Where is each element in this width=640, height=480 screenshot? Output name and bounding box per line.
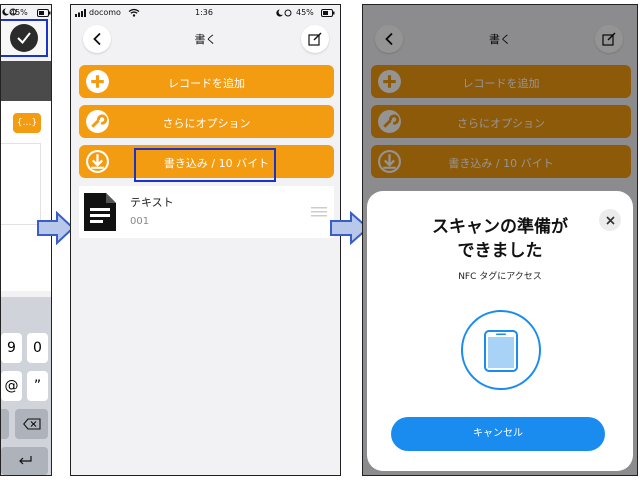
status-bar: docomo 1:36 45%	[71, 5, 340, 21]
record-index: 001	[130, 216, 150, 227]
sheet-title-line2: できました	[457, 241, 543, 261]
close-button[interactable]	[599, 209, 621, 231]
add-record-label: レコードを追加	[168, 77, 245, 90]
keyboard: 9 0 @ ”	[1, 297, 51, 475]
phone-panel-write: docomo 1:36 45% 書く レコードを追加 さらにオプション 書き込み…	[70, 4, 341, 476]
document-icon	[84, 193, 116, 231]
key-backspace[interactable]	[15, 409, 48, 439]
text-input[interactable]	[1, 143, 41, 225]
sheet-title-line1: スキャンの準備が	[432, 217, 568, 237]
battery-icon	[321, 9, 336, 19]
wifi-icon	[128, 8, 140, 19]
page-title: 書く	[194, 33, 217, 46]
highlight-write	[134, 148, 276, 182]
compose-icon	[308, 32, 322, 46]
phone-scan-icon	[461, 310, 541, 390]
more-options-button[interactable]: さらにオプション	[79, 105, 334, 138]
battery-icon	[37, 9, 51, 19]
clock-time: 1:36	[195, 8, 213, 17]
sheet-title: スキャンの準備が できました	[367, 215, 633, 263]
highlight-confirm	[1, 19, 48, 57]
key-at[interactable]: @	[1, 371, 22, 401]
format-button[interactable]: {…}	[13, 113, 41, 133]
sheet-subtitle: NFC タグにアクセス	[458, 272, 542, 282]
key-0[interactable]: 0	[27, 333, 48, 363]
key-return[interactable]	[1, 447, 48, 475]
cancel-button[interactable]: キャンセル	[391, 417, 605, 451]
nav-bar: 書く	[71, 21, 340, 57]
phone-panel-scan: 書く レコードを追加 さらにオプション 書き込み / 10 バイト スキャンの準…	[362, 4, 638, 476]
dark-header-bar	[1, 61, 51, 101]
battery-percent: 45%	[10, 8, 28, 17]
close-icon	[605, 215, 615, 225]
edit-button[interactable]	[301, 25, 329, 53]
more-options-label: さらにオプション	[162, 117, 251, 130]
record-row[interactable]: テキスト 001	[79, 186, 334, 238]
return-icon	[18, 456, 32, 465]
do-not-disturb-icon	[276, 9, 294, 19]
carrier-name: docomo	[89, 8, 121, 17]
signal-icon	[75, 9, 87, 19]
key-shift[interactable]	[1, 409, 9, 439]
key-9[interactable]: 9	[1, 333, 22, 363]
record-type: テキスト	[130, 196, 174, 209]
key-quote[interactable]: ”	[27, 371, 48, 401]
tutorial-stage: 45% {…} 9 0 @ ” docomo 1:36 45% 書く レコードを…	[0, 0, 640, 480]
drag-handle-icon[interactable]	[311, 207, 327, 217]
battery-percent: 45%	[296, 8, 314, 17]
backspace-icon	[22, 418, 41, 430]
editor-area: {…}	[1, 101, 51, 291]
scan-sheet: スキャンの準備が できました NFC タグにアクセス キャンセル	[367, 191, 633, 471]
add-record-button[interactable]: レコードを追加	[79, 65, 334, 98]
